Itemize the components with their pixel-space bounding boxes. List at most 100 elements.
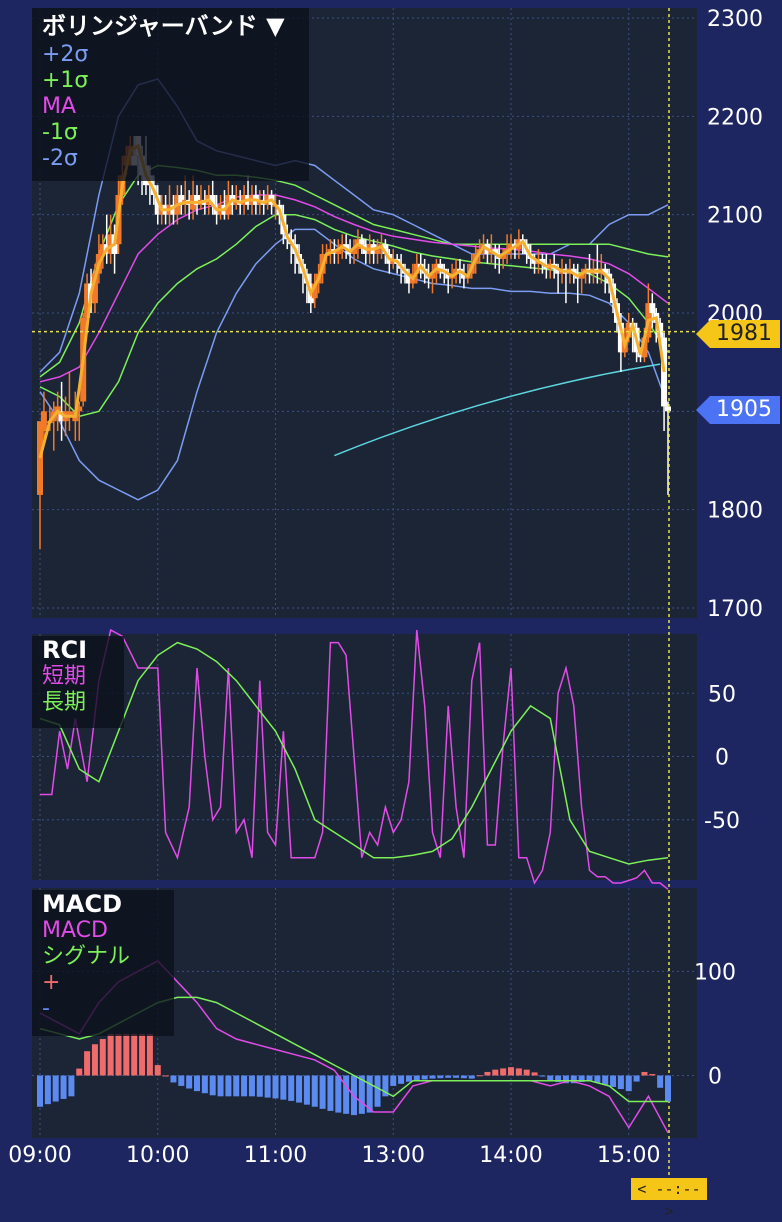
crosshair-time-tag[interactable]: < --:-- > — [631, 1178, 707, 1220]
macd-histogram-bar — [201, 1075, 208, 1094]
legend-histogram-plus: + — [42, 970, 61, 995]
legend-plus1-sigma: +1σ — [42, 68, 89, 93]
macd-y-tick-label: 100 — [694, 960, 736, 985]
x-tick-label: 11:00 — [244, 1143, 307, 1168]
bollinger-title[interactable]: ボリンジャーバンド ▼ — [32, 8, 309, 42]
legend-signal: シグナル — [42, 944, 131, 969]
macd-histogram-bar — [154, 1065, 161, 1076]
macd-histogram-bar — [453, 1075, 460, 1078]
candle-body — [649, 303, 656, 313]
macd-histogram-bar — [421, 1075, 428, 1080]
macd-histogram-bar — [241, 1075, 248, 1097]
macd-histogram-bar — [162, 1075, 169, 1077]
macd-histogram-bar — [280, 1075, 287, 1100]
macd-histogram-bar — [343, 1075, 350, 1114]
macd-histogram-bar — [641, 1071, 648, 1076]
macd-histogram-bar — [617, 1075, 624, 1090]
macd-histogram-bar — [225, 1075, 232, 1097]
macd-histogram-bar — [515, 1068, 522, 1076]
macd-y-tick-label: 0 — [708, 1065, 722, 1090]
macd-title[interactable]: MACD — [32, 890, 174, 918]
legend-ma: MA — [42, 94, 77, 119]
macd-histogram-bar — [131, 1033, 138, 1076]
macd-histogram-bar — [76, 1068, 83, 1076]
macd-histogram-bar — [99, 1039, 106, 1076]
main-y-tick-label: 2200 — [707, 105, 763, 130]
macd-histogram-bar — [610, 1075, 617, 1087]
macd-histogram-bar — [303, 1075, 310, 1105]
macd-histogram-bar — [327, 1075, 334, 1111]
macd-histogram-bar — [91, 1044, 98, 1076]
macd-histogram-bar — [398, 1075, 405, 1084]
macd-histogram-bar — [264, 1075, 271, 1098]
macd-histogram-bar — [170, 1075, 177, 1083]
macd-histogram-bar — [335, 1075, 342, 1113]
candle-body — [358, 239, 365, 245]
macd-histogram-bar — [531, 1072, 538, 1076]
candle-body — [665, 406, 671, 412]
macd-histogram-bar — [539, 1075, 546, 1077]
macd-histogram-bar — [115, 1033, 122, 1076]
x-tick-label: 14:00 — [479, 1143, 542, 1168]
rci-y-tick-label: 50 — [708, 682, 736, 707]
macd-histogram-bar — [602, 1075, 609, 1085]
macd-histogram-bar — [248, 1075, 255, 1097]
macd-histogram-bar — [492, 1069, 499, 1076]
macd-histogram-bar — [586, 1075, 593, 1081]
macd-histogram-bar — [445, 1075, 452, 1078]
x-tick-label: 15:00 — [597, 1143, 660, 1168]
macd-histogram-bar — [233, 1075, 240, 1097]
macd-histogram-bar — [44, 1075, 51, 1105]
macd-histogram-bar — [178, 1075, 185, 1086]
candle-body — [37, 421, 43, 495]
legend-plus2-sigma: +2σ — [42, 42, 89, 67]
macd-histogram-bar — [107, 1033, 114, 1076]
x-tick-label: 09:00 — [8, 1143, 71, 1168]
legend-minus1-sigma: -1σ — [42, 120, 78, 145]
macd-histogram-bar — [272, 1075, 279, 1099]
macd-histogram-bar — [508, 1067, 514, 1076]
main-y-tick-label: 1800 — [707, 499, 763, 524]
macd-histogram-bar — [209, 1075, 216, 1096]
x-tick-label: 13:00 — [362, 1143, 425, 1168]
macd-histogram-bar — [405, 1075, 412, 1082]
macd-histogram-bar — [186, 1075, 193, 1089]
macd-histogram-bar — [311, 1075, 318, 1107]
macd-histogram-bar — [460, 1075, 467, 1079]
macd-histogram-bar — [217, 1075, 224, 1097]
macd-histogram-bar — [476, 1075, 483, 1077]
main-y-tick-label: 2100 — [707, 204, 763, 229]
candle-body — [40, 411, 47, 431]
rci-title[interactable]: RCI — [32, 636, 124, 664]
macd-histogram-bar — [194, 1075, 200, 1092]
macd-histogram-bar — [625, 1075, 632, 1092]
macd-histogram-bar — [429, 1075, 436, 1079]
rci-legend[interactable]: RCI 短期 長期 — [32, 636, 124, 728]
macd-histogram-bar — [60, 1075, 67, 1099]
macd-histogram-bar — [68, 1075, 75, 1097]
macd-histogram-bar — [657, 1075, 664, 1088]
main-y-tick-label: 1700 — [707, 597, 763, 622]
macd-histogram-bar — [413, 1075, 420, 1081]
macd-histogram-bar — [547, 1075, 554, 1081]
macd-legend[interactable]: MACD MACD シグナル + - — [32, 890, 174, 1036]
macd-histogram-bar — [390, 1075, 397, 1086]
legend-rci-long: 長期 — [42, 690, 87, 715]
macd-histogram-bar — [649, 1074, 656, 1076]
macd-histogram-bar — [437, 1075, 444, 1079]
macd-histogram-bar — [296, 1075, 303, 1103]
x-tick-label: 10:00 — [126, 1143, 189, 1168]
macd-histogram-bar — [139, 1033, 146, 1076]
macd-histogram-bar — [633, 1075, 640, 1082]
legend-minus2-sigma: -2σ — [42, 146, 78, 171]
macd-histogram-bar — [665, 1075, 671, 1102]
current-price-tag: 1981 — [696, 320, 780, 348]
macd-histogram-bar — [484, 1071, 491, 1076]
legend-rci-short: 短期 — [42, 664, 87, 689]
macd-histogram-bar — [37, 1075, 43, 1107]
macd-histogram-bar — [374, 1075, 381, 1107]
bollinger-legend[interactable]: ボリンジャーバンド ▼ +2σ +1σ MA -1σ -2σ — [32, 8, 309, 181]
main-y-tick-label: 2300 — [707, 7, 763, 32]
last-price-tag: 1905 — [696, 396, 780, 424]
rci-y-tick-label: -50 — [704, 809, 740, 834]
